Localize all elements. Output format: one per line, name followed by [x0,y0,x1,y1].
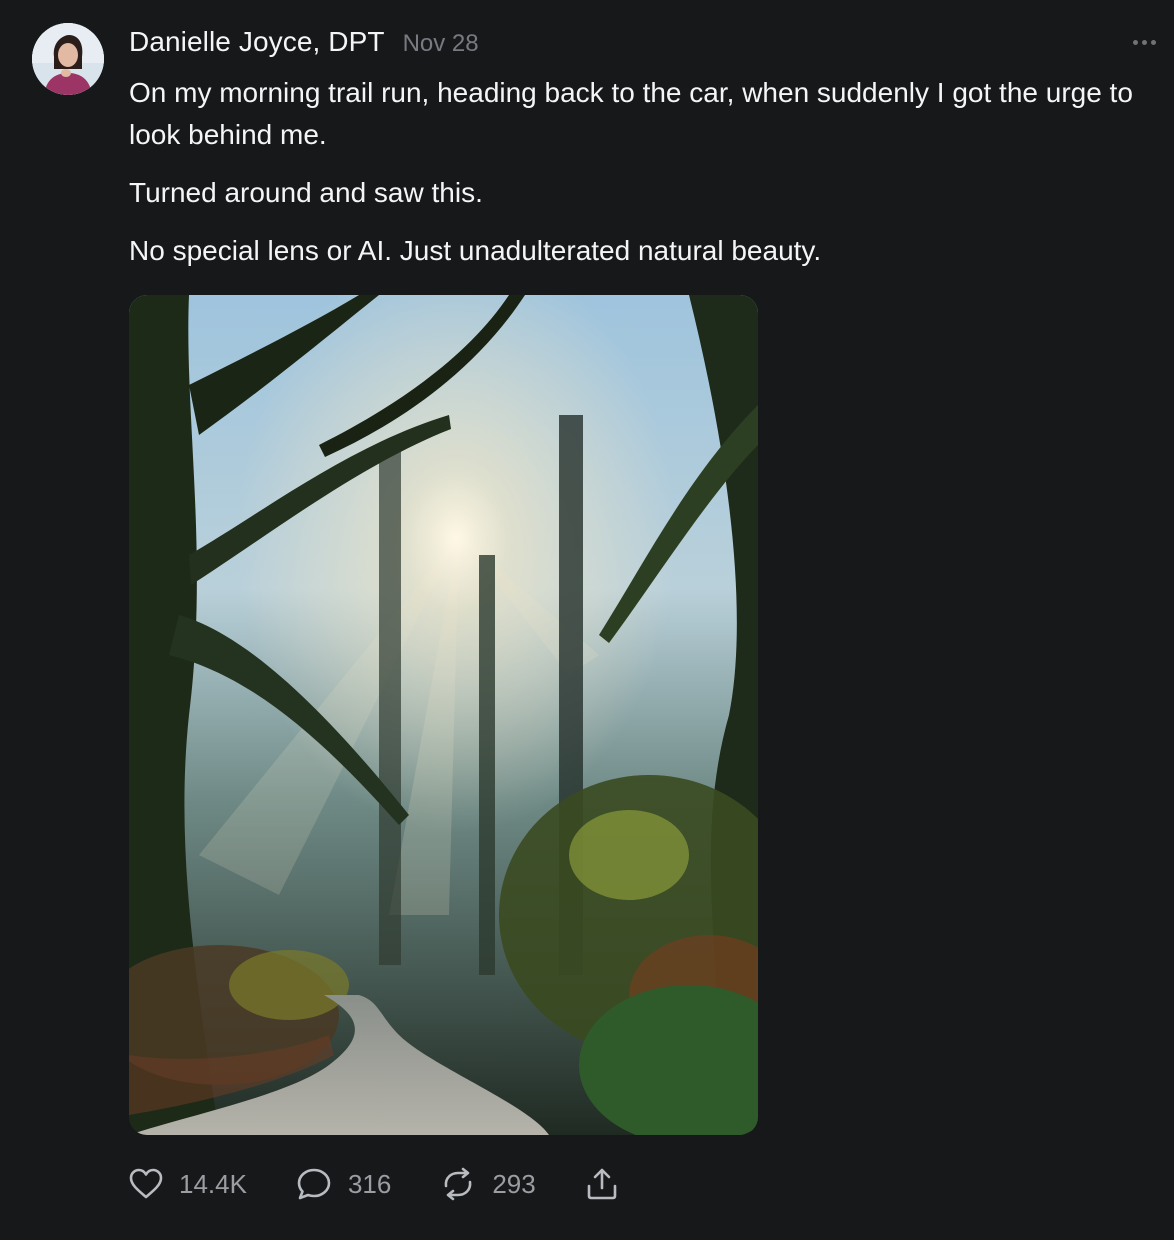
post-timestamp: Nov 28 [402,30,479,57]
repost-icon [444,1167,472,1201]
more-options-icon[interactable] [1133,36,1163,48]
reply-button[interactable]: 316 [296,1167,391,1201]
thread-post: Danielle Joyce, DPT Nov 28 On my morning… [0,0,1174,1240]
post-paragraph: No special lens or AI. Just unadulterate… [129,235,822,266]
share-button[interactable] [585,1167,619,1201]
post-paragraph: On my morning trail run, heading back to… [129,77,1133,150]
author-name[interactable]: Danielle Joyce, DPT [129,26,385,58]
like-count: 14.4K [179,1168,247,1199]
repost-count: 293 [492,1168,536,1199]
post-photo[interactable] [129,295,758,1135]
like-button[interactable]: 14.4K [129,1168,247,1200]
heart-icon [129,1168,163,1199]
post-paragraph: Turned around and saw this. [129,177,483,208]
share-icon [587,1168,617,1200]
post-body: On my morning trail run, heading back to… [129,72,1149,288]
action-bar: 14.4K 316 293 [129,1166,668,1202]
post-header: Danielle Joyce, DPT Nov 28 [129,26,479,58]
reply-count: 316 [347,1168,392,1199]
repost-button[interactable]: 293 [440,1167,536,1201]
comment-icon [297,1168,331,1200]
avatar[interactable] [32,23,104,95]
